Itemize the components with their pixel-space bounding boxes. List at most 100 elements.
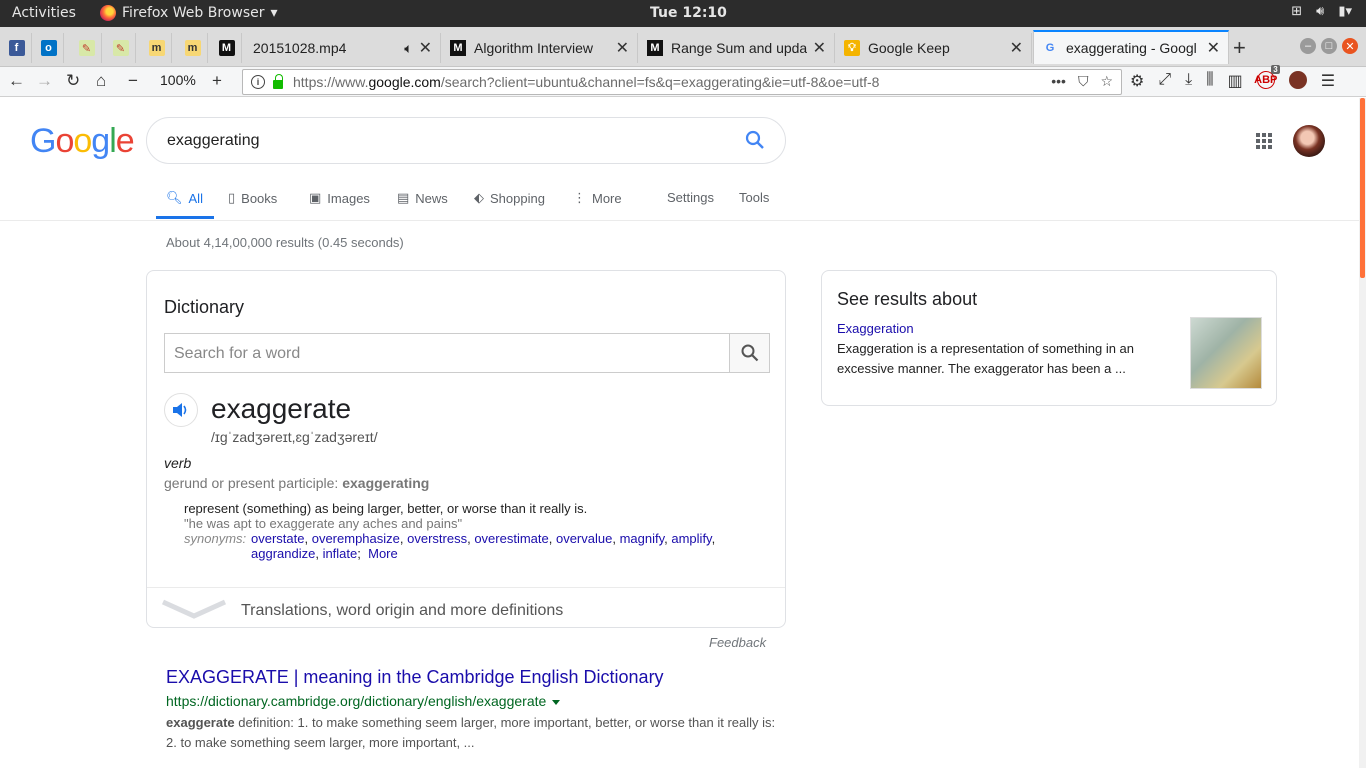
notes-icon: ✎ — [112, 40, 129, 56]
tab-more[interactable]: ⋮ More — [573, 190, 622, 206]
reload-icon[interactable]: ↻ — [66, 71, 80, 91]
app-menu-label: Firefox Web Browser — [122, 5, 265, 21]
pinned-tab-facebook[interactable]: f — [2, 33, 32, 63]
synonyms-more-link[interactable]: More — [368, 546, 398, 561]
google-apps-icon[interactable] — [1256, 133, 1272, 149]
secure-lock-icon[interactable] — [273, 73, 283, 89]
address-bar[interactable]: i https://www.google.com/search?client=u… — [242, 69, 1122, 95]
keep-icon: 💡︎ — [844, 40, 860, 56]
book-icon: ▯ — [228, 190, 236, 205]
dictionary-search[interactable]: Search for a word — [164, 333, 770, 373]
synonym-link[interactable]: amplify — [671, 531, 711, 546]
pronunciation-speaker-icon[interactable] — [164, 393, 198, 427]
app-menu[interactable]: Firefox Web Browser ▾ — [100, 5, 278, 21]
search-tabs: 🔍︎ All ▯ Books ▣ Images ▤ News ⬖ Shopping ⋮ Mo… — [156, 178, 1366, 220]
gerund-prefix: gerund or present participle: — [164, 475, 343, 491]
pinned-tab-hackerrank[interactable]: m — [142, 33, 172, 63]
tab-news[interactable]: ▤ News — [397, 190, 448, 206]
clock[interactable]: Tue 12:10 — [650, 5, 727, 21]
tools-link[interactable]: Tools — [739, 190, 769, 205]
tab-exaggerating-google[interactable]: G exaggerating - Googl ✕ — [1033, 30, 1229, 64]
notes-icon: ✎ — [78, 40, 95, 56]
url-text[interactable]: https://www.google.com/search?client=ubu… — [293, 74, 879, 90]
audio-playing-icon[interactable]: 🔈︎ — [404, 40, 412, 57]
library-icon[interactable]: ⫼ — [1206, 71, 1213, 91]
toolbar-extensions: ⚙ ⤢ ⤓ ⫼ ▥ ABP 3 ☰ — [1130, 65, 1335, 91]
google-logo[interactable]: Google — [30, 122, 135, 161]
firefox-icon — [100, 5, 116, 21]
synonym-link[interactable]: overstate — [251, 531, 304, 546]
menu-hamburger-icon[interactable]: ☰ — [1321, 71, 1335, 91]
settings-link[interactable]: Settings — [667, 190, 714, 205]
synonym-link[interactable]: overemphasize — [312, 531, 400, 546]
dictionary-search-button[interactable] — [729, 334, 769, 372]
tab-books[interactable]: ▯ Books — [228, 190, 277, 206]
synonym-link[interactable]: inflate — [323, 546, 358, 561]
exaggeration-thumbnail[interactable] — [1190, 317, 1262, 389]
scrollbar-thumb[interactable] — [1360, 98, 1365, 278]
search-icon[interactable] — [745, 130, 765, 155]
system-tray[interactable]: ⊞ 🔊︎ ▮▾ — [1291, 4, 1352, 19]
zoom-in-icon[interactable]: + — [212, 71, 222, 91]
close-tab-icon[interactable]: ✕ — [1010, 38, 1023, 58]
home-icon[interactable]: ⌂ — [96, 71, 106, 91]
tab-algorithm-interview[interactable]: M Algorithm Interview ✕ — [442, 33, 638, 63]
zoom-level[interactable]: 100% — [160, 72, 196, 88]
ubuntu-top-bar: Activities Firefox Web Browser ▾ Tue 12:… — [0, 0, 1366, 27]
search-box[interactable]: exaggerating — [146, 117, 786, 164]
new-tab-button[interactable]: + — [1233, 35, 1246, 61]
more-definitions-expander[interactable]: Translations, word origin and more defin… — [147, 587, 785, 628]
tab-all[interactable]: 🔍︎ All — [166, 190, 203, 206]
dictionary-search-input[interactable]: Search for a word — [174, 345, 300, 363]
pinned-tab-notes[interactable]: ✎ — [72, 33, 102, 63]
settings-gear-icon[interactable]: ⚙ — [1130, 71, 1144, 91]
search-input[interactable]: exaggerating — [167, 132, 260, 150]
adblock-icon[interactable]: ABP 3 — [1254, 65, 1280, 89]
pocket-icon[interactable]: ⛉ — [1078, 73, 1089, 90]
sidebar-icon[interactable]: ▥ — [1228, 71, 1243, 91]
tab-strip: f o ✎ ✎ m m M 20151028.mp4 🔈︎ ✕ M Algori… — [0, 27, 1366, 67]
downloads-icon[interactable]: ⤓ — [1185, 71, 1192, 91]
tab-images[interactable]: ▣ Images — [309, 190, 370, 206]
tab-title: Algorithm Interview — [474, 40, 594, 56]
url-options-dropdown-icon[interactable] — [552, 699, 561, 705]
pinned-tab-notes-2[interactable]: ✎ — [106, 33, 136, 63]
tab-label: More — [592, 190, 622, 206]
forward-arrow-icon[interactable]: → — [36, 71, 53, 91]
tab-range-sum[interactable]: M Range Sum and upda ✕ — [639, 33, 835, 63]
pinned-tab-medium[interactable]: M — [212, 33, 242, 63]
back-arrow-icon[interactable]: ← — [8, 71, 25, 91]
close-window-icon[interactable]: ✕ — [1342, 38, 1358, 54]
synonym-link[interactable]: aggrandize — [251, 546, 315, 561]
tab-shopping[interactable]: ⬖ Shopping — [474, 190, 545, 206]
zoom-out-icon[interactable]: − — [128, 71, 138, 91]
synonym-link[interactable]: overstress — [407, 531, 467, 546]
close-tab-icon[interactable]: ✕ — [1207, 38, 1220, 58]
close-tab-icon[interactable]: ✕ — [616, 38, 629, 58]
pinned-tab-hackerrank-2[interactable]: m — [178, 33, 208, 63]
result-title-link[interactable]: EXAGGERATE | meaning in the Cambridge En… — [166, 667, 664, 688]
profile-avatar-icon[interactable] — [1288, 71, 1307, 89]
tab-google-keep[interactable]: 💡︎ Google Keep ✕ — [836, 33, 1032, 63]
fullscreen-icon[interactable]: ⤢ — [1158, 71, 1171, 91]
tab-label: News — [415, 190, 448, 206]
facebook-icon: f — [8, 40, 25, 56]
page-scrollbar[interactable] — [1359, 98, 1366, 768]
maximize-window-icon[interactable]: □ — [1321, 38, 1337, 54]
site-info-icon[interactable]: i — [251, 75, 265, 89]
close-tab-icon[interactable]: ✕ — [813, 38, 826, 58]
synonym-link[interactable]: magnify — [620, 531, 665, 546]
page-actions-icon[interactable]: ••• — [1051, 73, 1066, 90]
account-avatar[interactable] — [1293, 125, 1325, 157]
minimize-window-icon[interactable]: – — [1300, 38, 1316, 54]
synonym-link[interactable]: overvalue — [556, 531, 612, 546]
feedback-link[interactable]: Feedback — [709, 635, 766, 650]
snippet-text: definition: 1. to make something seem la… — [166, 715, 776, 750]
bookmark-star-icon[interactable]: ☆ — [1100, 73, 1113, 90]
close-tab-icon[interactable]: ✕ — [419, 38, 432, 58]
synonym-link[interactable]: overestimate — [474, 531, 548, 546]
pinned-tab-outlook[interactable]: o — [34, 33, 64, 63]
exaggeration-link[interactable]: Exaggeration — [837, 321, 914, 336]
tab-video[interactable]: 20151028.mp4 🔈︎ ✕ — [245, 33, 441, 63]
activities-button[interactable]: Activities — [12, 5, 76, 21]
